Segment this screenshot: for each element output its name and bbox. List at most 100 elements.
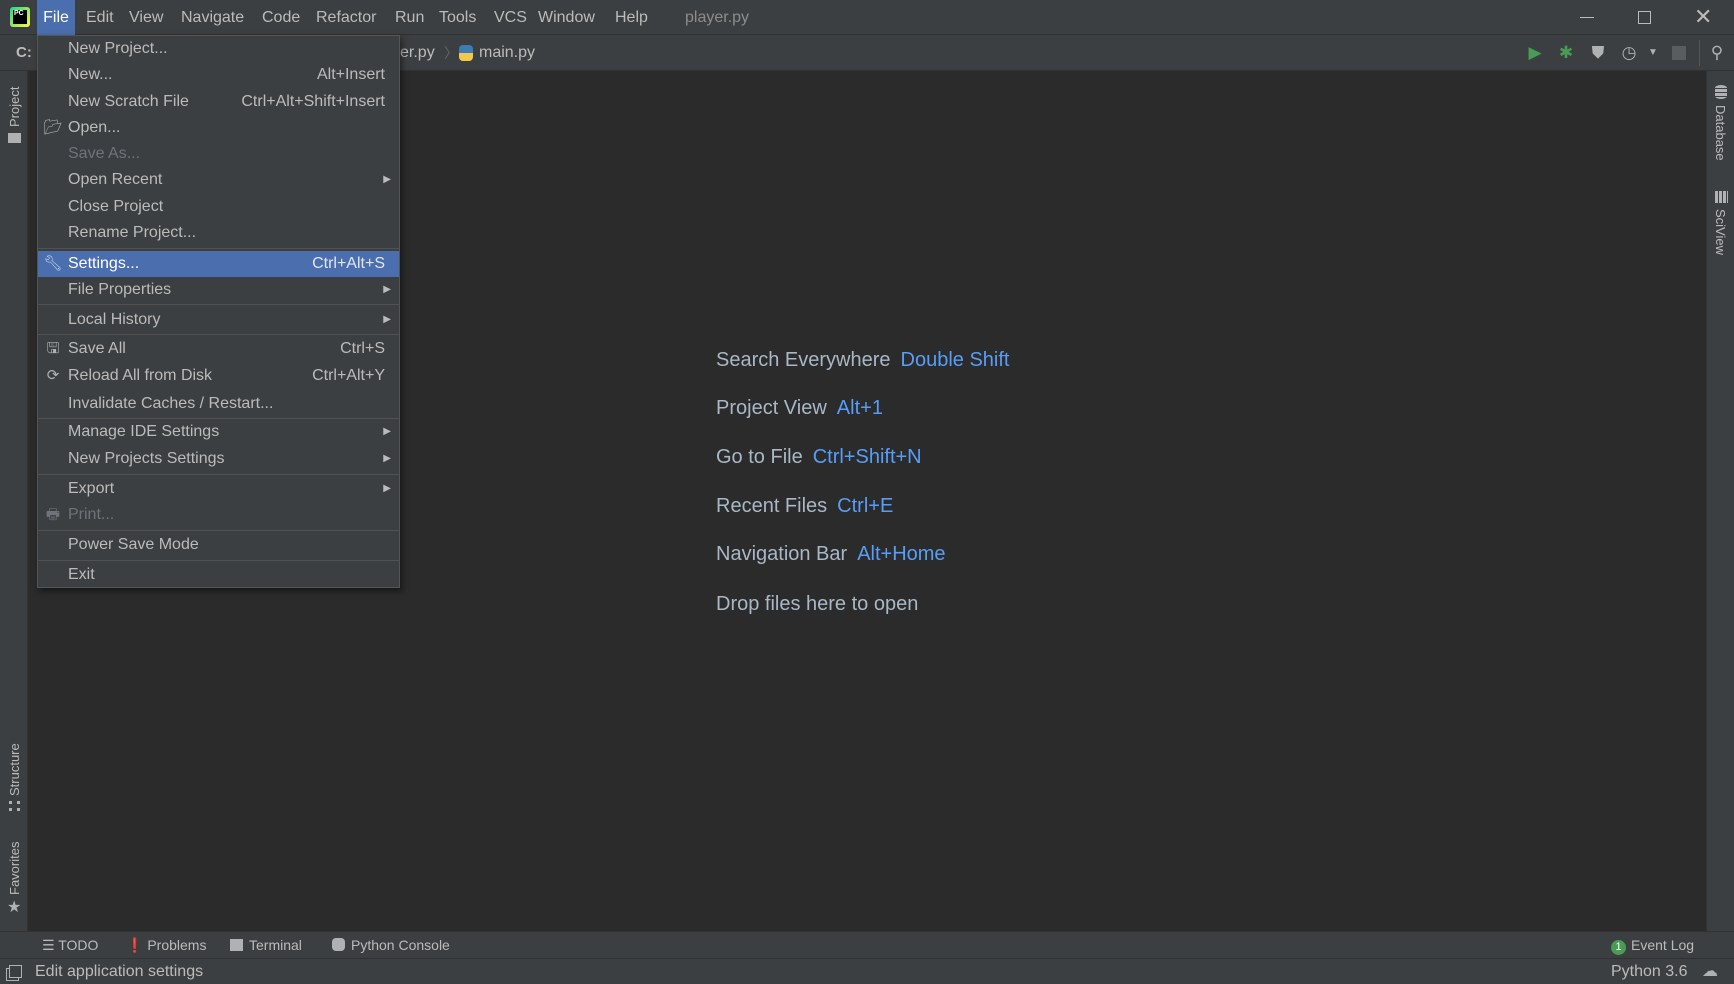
menu-run[interactable]: Run — [391, 0, 428, 35]
menu-help[interactable]: Help — [611, 0, 652, 35]
item-label: Rename Project... — [68, 224, 197, 241]
breadcrumb-drive[interactable]: C: — [16, 35, 32, 71]
menu-item-save-all[interactable]: 🖫 Save All Ctrl+S — [38, 336, 399, 362]
menu-item-manage-ide-settings[interactable]: Manage IDE Settings ▶ — [38, 419, 399, 445]
item-label: Save All — [68, 340, 126, 357]
inspection-settings-icon[interactable]: ☁ — [1702, 961, 1718, 981]
menu-item-new-scratch-file[interactable]: New Scratch File Ctrl+Alt+Shift+Insert — [38, 89, 399, 115]
status-bar: Edit application settings Python 3.6 ☁ — [0, 958, 1734, 984]
hint-key: Alt+1 — [836, 397, 883, 419]
tool-database[interactable]: Database — [1713, 105, 1728, 161]
menu-separator — [38, 560, 399, 561]
menu-item-exit[interactable]: Exit — [38, 562, 399, 588]
maximize-icon[interactable] — [1638, 11, 1651, 24]
menu-file[interactable]: File — [37, 0, 75, 35]
menu-item-local-history[interactable]: Local History ▶ — [38, 307, 399, 333]
hint-text: Project View — [716, 397, 827, 419]
hint-text: Recent Files — [716, 495, 828, 517]
python-interpreter[interactable]: Python 3.6 — [1611, 959, 1688, 984]
event-log-label: Event Log — [1631, 937, 1695, 953]
menu-window[interactable]: Window — [534, 0, 599, 35]
menu-item-open-recent[interactable]: Open Recent ▶ — [38, 167, 399, 193]
menu-item-reload-all[interactable]: ⟳ Reload All from Disk Ctrl+Alt+Y — [38, 363, 399, 389]
hint-key: Alt+Home — [857, 543, 946, 565]
window-title: player.py — [685, 9, 750, 26]
menu-refactor[interactable]: Refactor — [312, 0, 380, 35]
item-label: Open Recent — [68, 171, 163, 188]
tool-windows-toggle-icon[interactable] — [9, 965, 22, 978]
menu-item-file-properties[interactable]: File Properties ▶ — [38, 277, 399, 303]
minimize-icon[interactable] — [1580, 17, 1594, 18]
item-label: Reload All from Disk — [68, 367, 213, 384]
profile-icon[interactable]: ◷ — [1618, 40, 1640, 66]
status-message: Edit application settings — [35, 963, 204, 980]
menu-code[interactable]: Code — [258, 0, 304, 35]
tab-problems[interactable]: ❗ Problems — [126, 932, 206, 959]
tool-favorites[interactable]: Favorites — [7, 842, 22, 895]
terminal-icon — [230, 939, 243, 951]
submenu-arrow-icon: ▶ — [383, 174, 391, 185]
stop-icon[interactable] — [1672, 46, 1686, 60]
item-label: Power Save Mode — [68, 536, 199, 553]
tab-python-console[interactable]: Python Console — [332, 932, 450, 959]
tab-label: Terminal — [249, 937, 302, 953]
submenu-arrow-icon: ▶ — [383, 453, 391, 464]
debug-icon[interactable]: ✱ — [1555, 40, 1577, 66]
menu-item-settings[interactable]: 🔧︎ Settings... Ctrl+Alt+S — [38, 251, 399, 277]
run-icon[interactable]: ▶ — [1524, 40, 1546, 66]
breadcrumb-main[interactable]: main.py — [479, 35, 535, 71]
menu-tools[interactable]: Tools — [435, 0, 480, 35]
menu-item-new[interactable]: New... Alt+Insert — [38, 62, 399, 88]
python-console-icon — [332, 938, 345, 951]
tab-label: Python Console — [351, 937, 450, 953]
item-shortcut: Ctrl+S — [340, 340, 385, 357]
menu-item-invalidate-caches[interactable]: Invalidate Caches / Restart... — [38, 391, 399, 417]
hint-recent-files: Recent Files Ctrl+E — [716, 495, 893, 518]
hint-go-to-file: Go to File Ctrl+Shift+N — [716, 446, 922, 469]
hint-text: Drop files here to open — [716, 593, 919, 615]
menu-vcs[interactable]: VCS — [490, 0, 531, 35]
search-icon[interactable]: ⚲ — [1706, 40, 1728, 66]
python-file-icon — [459, 45, 473, 61]
tool-sciview[interactable]: SciView — [1713, 209, 1728, 255]
item-label: Print... — [68, 506, 115, 523]
item-label: Manage IDE Settings — [68, 423, 220, 440]
menu-edit[interactable]: Edit — [82, 0, 118, 35]
hint-navigation-bar: Navigation Bar Alt+Home — [716, 543, 946, 566]
menu-item-new-projects-settings[interactable]: New Projects Settings ▶ — [38, 446, 399, 472]
star-icon: ★ — [7, 899, 22, 916]
menu-item-rename-project[interactable]: Rename Project... — [38, 220, 399, 246]
pycharm-logo: PC — [10, 7, 30, 27]
menu-item-print: 🖶 Print... — [38, 502, 399, 528]
event-log-button[interactable]: 1 Event Log — [1611, 932, 1694, 959]
save-icon: 🖫 — [46, 340, 60, 357]
menu-item-new-project[interactable]: New Project... — [38, 36, 399, 62]
coverage-icon[interactable]: ⛊ — [1587, 40, 1609, 66]
wrench-icon: 🔧︎ — [43, 255, 63, 272]
hint-text: Navigation Bar — [716, 543, 848, 565]
menu-item-power-save-mode[interactable]: Power Save Mode — [38, 532, 399, 558]
right-tool-strip: Database SciView — [1706, 71, 1734, 931]
breadcrumb-separator: 〉 — [444, 45, 458, 61]
folder-open-icon: 📂︎ — [43, 119, 63, 136]
tab-todo[interactable]: ☰ TODO — [42, 932, 98, 959]
menu-item-open[interactable]: 📂︎ Open... — [38, 115, 399, 141]
database-icon — [1715, 85, 1727, 99]
menu-view[interactable]: View — [125, 0, 167, 35]
more-run-dropdown-icon[interactable]: ▼ — [1642, 40, 1664, 66]
item-label: Settings... — [68, 255, 140, 272]
event-count-badge: 1 — [1611, 940, 1626, 955]
list-icon: ☰ — [42, 937, 59, 953]
close-icon[interactable]: ✕ — [1694, 4, 1712, 30]
submenu-arrow-icon: ▶ — [383, 426, 391, 437]
tab-terminal[interactable]: Terminal — [230, 932, 302, 959]
breadcrumb-file[interactable]: er.py — [400, 35, 435, 71]
menu-item-close-project[interactable]: Close Project — [38, 194, 399, 220]
tool-project[interactable]: Project — [7, 87, 22, 127]
item-label: Exit — [68, 566, 95, 583]
menu-item-export[interactable]: Export ▶ — [38, 476, 399, 502]
tool-structure[interactable]: Structure — [7, 743, 22, 796]
menu-navigate[interactable]: Navigate — [177, 0, 248, 35]
hint-search-everywhere: Search Everywhere Double Shift — [716, 349, 1010, 372]
item-shortcut: Ctrl+Alt+S — [312, 255, 385, 272]
